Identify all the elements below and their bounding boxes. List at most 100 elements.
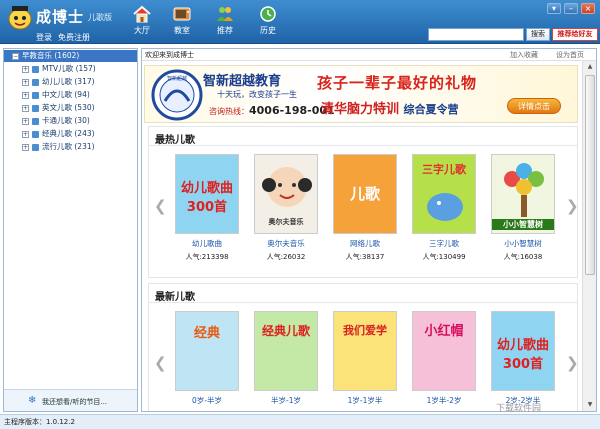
nav-hall-label: 大厅 — [134, 26, 150, 35]
album-popularity: 人气:26032 — [266, 253, 306, 261]
expand-icon[interactable]: + — [22, 65, 29, 73]
vertical-scrollbar[interactable]: ▲ ▼ — [582, 61, 596, 411]
collapse-icon[interactable]: − — [12, 52, 19, 60]
cover-text: 三字儿歌 — [422, 163, 466, 176]
login-link[interactable]: 登录 — [36, 32, 52, 43]
nav-classroom-label: 教室 — [174, 26, 190, 35]
album-cover[interactable]: 三字儿歌 — [412, 154, 476, 234]
app-title: 成博士 — [36, 8, 85, 26]
close-button[interactable]: × — [581, 3, 595, 14]
nav-history[interactable]: 历史 — [248, 4, 288, 42]
expand-icon[interactable]: + — [22, 91, 29, 99]
set-homepage-link[interactable]: 设为首页 — [556, 49, 584, 61]
section-title: 最热儿歌 — [155, 135, 195, 146]
album-card[interactable]: 幼儿歌曲300首 2岁-2岁半 — [489, 311, 557, 411]
album-cover[interactable]: 小小智慧树 — [491, 154, 555, 234]
album-card[interactable]: 三字儿歌 三字儿歌 人气:130499 — [410, 154, 478, 269]
register-link[interactable]: 免费注册 — [58, 32, 90, 43]
nav-history-label: 历史 — [260, 26, 276, 35]
album-title[interactable]: 三字儿歌 — [410, 238, 478, 249]
album-cover[interactable]: 幼儿歌曲300首 — [175, 154, 239, 234]
nav-recommend[interactable]: 推荐 — [205, 4, 245, 42]
album-cover[interactable]: 我们爱学 — [333, 311, 397, 391]
banner-slogan: 十天玩，改变孩子一生 — [217, 90, 297, 99]
cover-text: 奥尔夫音乐 — [268, 218, 304, 226]
sidebar-item-label: 经典儿歌 (243) — [42, 129, 95, 138]
album-card[interactable]: 儿歌 网络儿歌 人气:38137 — [331, 154, 399, 269]
sidebar-item-mtv[interactable]: + MTV儿歌 (157) — [4, 63, 137, 75]
people-icon — [217, 7, 233, 21]
expand-icon[interactable]: + — [22, 130, 29, 138]
expand-icon[interactable]: + — [22, 143, 29, 151]
scroll-down-icon[interactable]: ▼ — [584, 400, 596, 410]
folder-icon — [32, 78, 39, 86]
expand-icon[interactable]: + — [22, 78, 29, 86]
ad-banner[interactable]: 智新超越 智新超越教育 十天玩，改变孩子一生 咨询热线：4006-198-001… — [144, 65, 578, 123]
nav-recommend-label: 推荐 — [217, 26, 233, 35]
scroll-up-icon[interactable]: ▲ — [584, 62, 596, 72]
album-title[interactable]: 奥尔夫音乐 — [252, 238, 320, 249]
album-card[interactable]: 我们爱学 1岁-1岁半 — [331, 311, 399, 411]
next-arrow-icon[interactable]: ❯ — [566, 197, 579, 215]
expand-icon[interactable]: + — [22, 104, 29, 112]
history-icon — [260, 6, 276, 22]
album-card[interactable]: 小红帽 1岁半-2岁 — [410, 311, 478, 411]
welcome-text: 欢迎来到成博士 — [145, 51, 194, 59]
album-title[interactable]: 小小智慧树 — [489, 238, 557, 249]
album-cover[interactable]: 儿歌 — [333, 154, 397, 234]
album-card[interactable]: 幼儿歌曲300首 幼儿歌曲 人气:213398 — [173, 154, 241, 269]
sidebar-item-english[interactable]: + 英文儿歌 (530) — [4, 102, 137, 114]
cover-text: 儿歌 — [349, 185, 380, 203]
album-cover[interactable]: 小红帽 — [412, 311, 476, 391]
album-cover[interactable]: 经典儿歌 — [254, 311, 318, 391]
doctor-logo-icon — [8, 6, 32, 30]
cover-text: 经典儿歌 — [261, 324, 310, 338]
album-cover[interactable]: 经典 — [175, 311, 239, 391]
banner-subline: 清华脑力特训 综合夏令营 — [321, 98, 459, 117]
request-program-text: 我还想看/听的节目... — [42, 398, 108, 406]
album-popularity: 人气:38137 — [345, 253, 385, 261]
search-button[interactable]: 搜索 — [526, 28, 550, 41]
sidebar-item-cartoon[interactable]: + 卡通儿歌 (30) — [4, 115, 137, 127]
album-cover[interactable]: 奥尔夫音乐 — [254, 154, 318, 234]
scroll-thumb[interactable] — [585, 75, 595, 275]
next-arrow-icon[interactable]: ❯ — [566, 354, 579, 372]
prev-arrow-icon[interactable]: ❮ — [154, 197, 167, 215]
album-title[interactable]: 1岁-1岁半 — [331, 395, 399, 406]
expand-icon[interactable]: + — [22, 117, 29, 125]
album-card[interactable]: 奥尔夫音乐 奥尔夫音乐 人气:26032 — [252, 154, 320, 269]
nav-hall[interactable]: 大厅 — [122, 4, 162, 42]
add-favorite-link[interactable]: 加入收藏 — [510, 49, 538, 61]
sidebar-item-classic[interactable]: + 经典儿歌 (243) — [4, 128, 137, 140]
album-card[interactable]: 小小智慧树 小小智慧树 人气:16038 — [489, 154, 557, 269]
menu-button[interactable]: ▾ — [547, 3, 561, 14]
request-program-link[interactable]: ❄ 我还想看/听的节目... — [4, 389, 137, 411]
cover-text: 幼儿歌曲300首 — [496, 338, 549, 372]
folder-icon — [32, 104, 39, 112]
prev-arrow-icon[interactable]: ❮ — [154, 354, 167, 372]
album-title[interactable]: 1岁半-2岁 — [410, 395, 478, 406]
sidebar-item-label: 英文儿歌 (530) — [42, 103, 95, 112]
search-input[interactable] — [428, 28, 524, 41]
minimize-button[interactable]: – — [564, 3, 578, 14]
album-card[interactable]: 经典 0岁-半岁 — [173, 311, 241, 411]
album-card[interactable]: 经典儿歌 半岁-1岁 — [252, 311, 320, 411]
album-popularity: 人气:16038 — [503, 253, 543, 261]
logo-text: 智新超越 — [167, 75, 187, 82]
album-title[interactable]: 半岁-1岁 — [252, 395, 320, 406]
sidebar-item-toddler[interactable]: + 幼儿儿歌 (317) — [4, 76, 137, 88]
album-title[interactable]: 0岁-半岁 — [173, 395, 241, 406]
album-cover[interactable]: 幼儿歌曲300首 — [491, 311, 555, 391]
cover-text: 幼儿歌曲300首 — [180, 181, 233, 215]
app-subtitle: 儿歌版 — [88, 13, 112, 22]
folder-icon — [32, 65, 39, 73]
sidebar-item-chinese[interactable]: + 中文儿歌 (94) — [4, 89, 137, 101]
new-songs-section: 最新儿歌 ❮ ❯ 经典 0岁-半岁 经典儿歌 半岁-1岁 我们爱学 1岁-1岁半… — [148, 283, 579, 411]
album-title[interactable]: 网络儿歌 — [331, 238, 399, 249]
banner-details-button[interactable]: 详情点击 — [507, 98, 561, 114]
sidebar-item-pop[interactable]: + 流行儿歌 (231) — [4, 141, 137, 153]
nav-classroom[interactable]: 教室 — [162, 4, 202, 42]
album-title[interactable]: 幼儿歌曲 — [173, 238, 241, 249]
recommend-friend-button[interactable]: 推荐给好友 — [552, 28, 598, 41]
sidebar-item-early-music[interactable]: − 早教音乐 (1602) — [4, 50, 137, 62]
